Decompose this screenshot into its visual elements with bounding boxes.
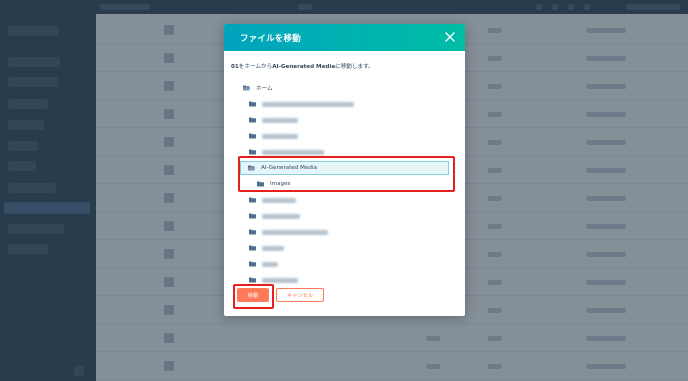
folder-label-home: ホーム <box>256 86 273 92</box>
cancel-button[interactable]: キャンセル <box>276 288 324 302</box>
folder-icon <box>249 229 256 235</box>
folder-icon <box>257 181 264 187</box>
folder-name-redacted <box>262 197 296 203</box>
folder-item[interactable] <box>249 225 328 239</box>
folder-item-images[interactable]: Images <box>257 177 290 191</box>
dialog-footer: 移動 キャンセル <box>224 279 465 316</box>
folder-icon <box>249 101 256 107</box>
folder-icon <box>249 245 256 251</box>
folder-name-redacted <box>262 213 300 219</box>
dialog-header: ファイルを移動 <box>224 24 465 51</box>
folder-name-redacted <box>262 101 354 107</box>
folder-label-images: Images <box>270 181 291 187</box>
move-file-dialog: ファイルを移動 01をホームからAI-Generated Mediaに移動します… <box>224 24 465 316</box>
folder-item[interactable] <box>249 113 298 127</box>
folder-item[interactable] <box>249 145 324 159</box>
folder-item-home[interactable]: ホーム <box>243 81 273 95</box>
folder-item[interactable] <box>249 257 278 271</box>
folder-icon <box>249 133 256 139</box>
folder-icon <box>249 261 256 267</box>
folder-name-redacted <box>262 229 328 235</box>
folder-item[interactable] <box>249 129 298 143</box>
folder-name-redacted <box>262 149 324 155</box>
folder-item[interactable] <box>249 97 354 111</box>
folder-item[interactable] <box>249 193 296 207</box>
close-icon[interactable] <box>444 31 456 43</box>
move-button[interactable]: 移動 <box>237 288 269 302</box>
dialog-description: 01をホームからAI-Generated Mediaに移動します。 <box>231 62 374 70</box>
target-folder-name: AI-Generated Media <box>272 64 336 70</box>
folder-item-ai-generated-media[interactable]: AI-Generated Media <box>240 161 449 175</box>
folder-name-redacted <box>262 261 278 267</box>
folder-icon <box>249 197 256 203</box>
folder-open-icon <box>248 165 255 171</box>
folder-icon <box>249 149 256 155</box>
folder-item[interactable] <box>249 209 300 223</box>
folder-item[interactable] <box>249 241 284 255</box>
description-end: に移動します。 <box>335 64 374 70</box>
folder-icon <box>249 117 256 123</box>
folder-name-redacted <box>262 117 298 123</box>
folder-name-redacted <box>262 245 284 251</box>
folder-name-redacted <box>262 133 298 139</box>
folder-label-ai-generated-media: AI-Generated Media <box>261 165 317 171</box>
file-name: 01 <box>231 64 239 70</box>
description-mid: をホームから <box>238 64 273 70</box>
dialog-title: ファイルを移動 <box>240 34 301 44</box>
folder-icon <box>249 213 256 219</box>
folder-open-icon <box>243 85 250 91</box>
